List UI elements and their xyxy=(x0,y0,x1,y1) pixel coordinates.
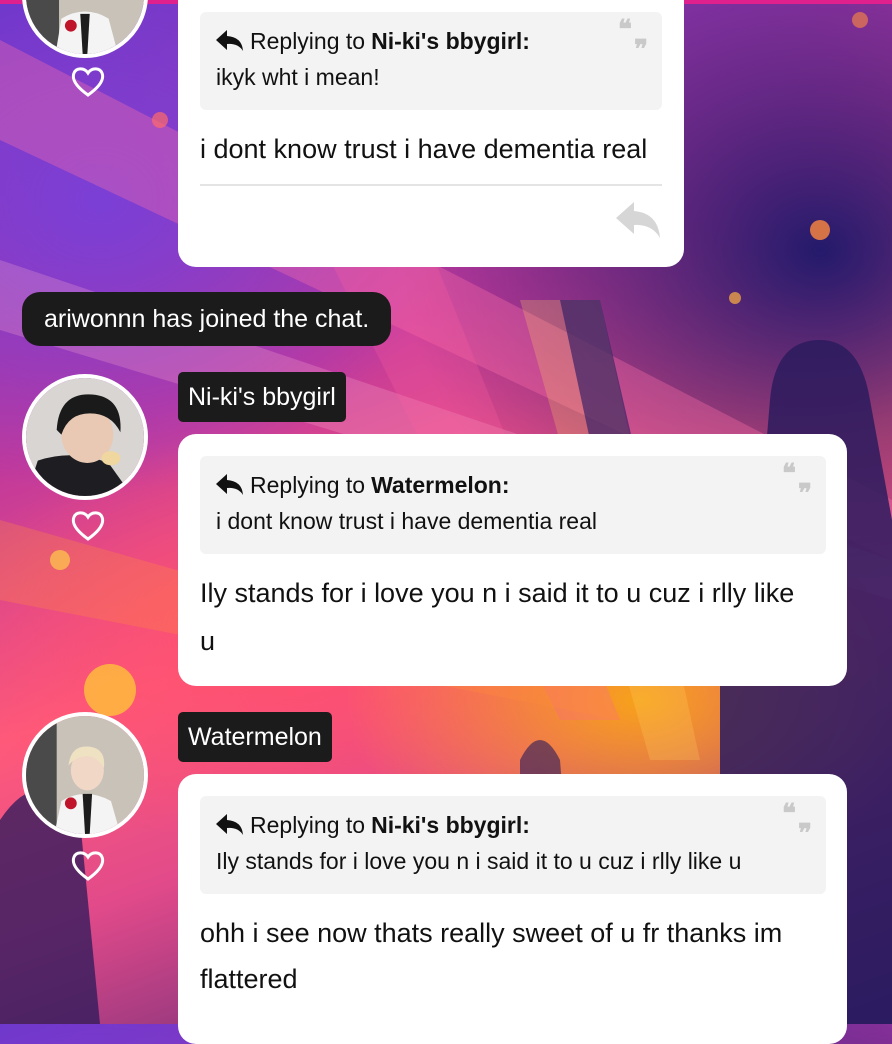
heart-icon[interactable] xyxy=(70,850,106,882)
author-name-tag[interactable]: Watermelon xyxy=(178,712,332,762)
quoted-text: Ily stands for i love you n i said it to… xyxy=(216,848,742,874)
reply-target: Ni-ki's bbygirl: xyxy=(371,811,530,838)
reply-label: Replying to xyxy=(250,471,366,498)
heart-icon[interactable] xyxy=(70,66,106,98)
message-text-line: flattered xyxy=(200,964,298,994)
message-text-line: ohh i see now thats really sweet of u fr… xyxy=(200,918,783,948)
divider xyxy=(200,184,662,186)
reply-arrow-icon xyxy=(216,474,243,495)
message-bubble: Replying to Ni-ki's bbygirl: ikyk wht i … xyxy=(178,0,684,267)
message-text-line: Ily stands for i love you n i said it to… xyxy=(200,578,795,608)
avatar[interactable] xyxy=(22,374,148,500)
quote-mark-icon: ❝ ❞ xyxy=(782,799,812,849)
reply-arrow-icon xyxy=(216,814,243,835)
quoted-text: ikyk wht i mean! xyxy=(216,64,380,90)
message-bubble: Replying to Watermelon: i dont know trus… xyxy=(178,434,847,686)
quote-mark-icon: ❝ ❞ xyxy=(782,459,812,509)
reply-target: Ni-ki's bbygirl: xyxy=(371,27,530,54)
author-name-tag[interactable]: Ni-ki's bbygirl xyxy=(178,372,346,422)
message-text-line: u xyxy=(200,626,216,656)
reply-label: Replying to xyxy=(250,27,366,54)
reply-quote[interactable]: Replying to Ni-ki's bbygirl: ikyk wht i … xyxy=(200,12,662,110)
reply-button-icon[interactable] xyxy=(614,200,662,240)
heart-icon[interactable] xyxy=(70,510,106,542)
avatar-photo-icon xyxy=(26,378,144,496)
quoted-text: i dont know trust i have dementia real xyxy=(216,508,597,534)
reply-arrow-icon xyxy=(216,30,243,51)
reply-quote[interactable]: Replying to Ni-ki's bbygirl: Ily stands … xyxy=(200,796,826,894)
message-text: i dont know trust i have dementia real xyxy=(200,134,648,164)
avatar-photo-icon xyxy=(26,716,144,834)
reply-label: Replying to xyxy=(250,811,366,838)
reply-quote[interactable]: Replying to Watermelon: i dont know trus… xyxy=(200,456,826,554)
system-join-notice: ariwonnn has joined the chat. xyxy=(22,292,392,346)
quote-mark-icon: ❝ ❞ xyxy=(618,15,648,65)
reply-target: Watermelon: xyxy=(371,471,510,498)
message-bubble: Replying to Ni-ki's bbygirl: Ily stands … xyxy=(178,774,847,1044)
avatar[interactable] xyxy=(22,712,148,838)
